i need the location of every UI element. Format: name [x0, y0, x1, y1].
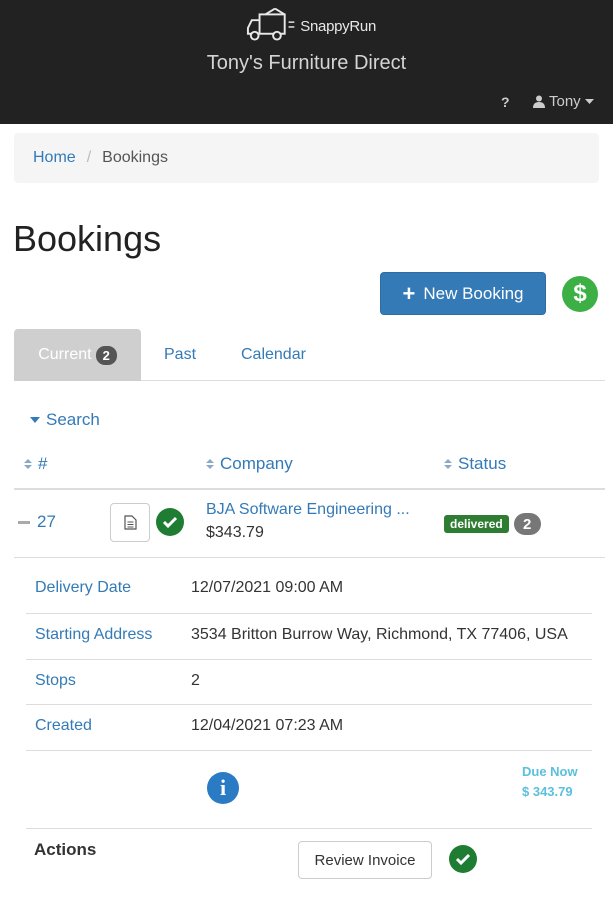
dollar-icon[interactable]: $ — [562, 276, 598, 312]
detail-row-stops: Stops 2 — [26, 660, 592, 705]
table-row: 27 BJA Software Engineering ... $343.79 … — [14, 490, 605, 558]
page-title: Bookings — [13, 218, 162, 259]
due-now-amount: $ 343.79 — [522, 784, 573, 799]
company-link[interactable]: BJA Software Engineering ... — [206, 501, 410, 519]
new-booking-label: New Booking — [423, 283, 524, 303]
column-header-company[interactable]: Company — [206, 454, 293, 474]
due-now: Due Now $ 343.79 — [522, 762, 578, 802]
logo-text: SnappyRun — [300, 17, 376, 35]
tab-current-label: Current — [38, 346, 92, 363]
actions-label: Actions — [34, 840, 97, 859]
breadcrumb: Home / Bookings — [14, 133, 599, 183]
check-circle-icon — [156, 508, 184, 536]
sort-icon — [206, 459, 214, 469]
sort-icon — [444, 459, 452, 469]
search-toggle[interactable]: Search — [30, 410, 100, 430]
breadcrumb-separator: / — [86, 149, 92, 166]
breadcrumb-current: Bookings — [102, 149, 168, 166]
app-logo[interactable]: SnappyRun — [246, 8, 376, 44]
company-name: Tony's Furniture Direct — [206, 52, 407, 74]
new-booking-button[interactable]: + New Booking — [380, 272, 546, 315]
column-header-number-label: # — [38, 454, 48, 473]
column-header-status-label: Status — [458, 454, 507, 473]
detail-row-delivery-date: Delivery Date 12/07/2021 09:00 AM — [26, 558, 592, 614]
info-icon[interactable]: i — [207, 772, 239, 804]
user-menu[interactable]: Tony — [533, 93, 594, 110]
delivery-date-label: Delivery Date — [35, 579, 132, 596]
search-label: Search — [46, 410, 100, 429]
column-header-company-label: Company — [220, 454, 293, 473]
user-name: Tony — [549, 93, 581, 110]
column-header-number[interactable]: # — [24, 454, 47, 474]
booking-tabs: Current 2 Past Calendar — [14, 329, 605, 381]
collapse-minus-icon[interactable] — [18, 521, 30, 524]
document-button[interactable] — [110, 503, 150, 542]
truck-logo-icon — [246, 8, 295, 41]
status-badge: delivered — [444, 515, 509, 533]
table-header: # Company Status — [14, 445, 605, 490]
stops-label: Stops — [35, 672, 76, 689]
tab-current-count-badge: 2 — [95, 345, 117, 365]
starting-address-label: Starting Address — [35, 626, 153, 643]
status-cell: delivered 2 — [444, 513, 541, 535]
breadcrumb-home[interactable]: Home — [33, 149, 76, 167]
status-count-badge: 2 — [513, 513, 541, 535]
review-invoice-button[interactable]: Review Invoice — [298, 841, 432, 879]
plus-icon: + — [402, 280, 416, 306]
starting-address-value: 3534 Britton Burrow Way, Richmond, TX 77… — [191, 626, 568, 643]
user-icon — [533, 95, 545, 108]
tab-calendar[interactable]: Calendar — [241, 329, 306, 381]
column-header-status[interactable]: Status — [444, 454, 506, 474]
check-circle-icon — [449, 845, 477, 873]
document-icon — [123, 515, 137, 530]
delivery-date-value: 12/07/2021 09:00 AM — [191, 579, 344, 596]
detail-row-created: Created 12/04/2021 07:23 AM — [26, 705, 592, 751]
top-header: SnappyRun Tony's Furniture Direct ? Tony — [0, 0, 613, 124]
due-now-label: Due Now — [522, 764, 578, 779]
stops-value: 2 — [191, 672, 200, 689]
help-link[interactable]: ? — [501, 94, 510, 110]
detail-row-starting-address: Starting Address 3534 Britton Burrow Way… — [26, 614, 592, 660]
detail-row-payment — [26, 751, 592, 829]
caret-down-icon — [30, 417, 40, 423]
tab-current[interactable]: Current 2 — [14, 329, 141, 381]
booking-number-link[interactable]: 27 — [37, 512, 56, 532]
sort-icon — [24, 459, 32, 469]
created-value: 12/04/2021 07:23 AM — [191, 717, 344, 734]
caret-down-icon — [584, 98, 594, 104]
booking-amount: $343.79 — [206, 524, 264, 541]
created-label: Created — [35, 717, 92, 734]
tab-past[interactable]: Past — [164, 329, 196, 381]
